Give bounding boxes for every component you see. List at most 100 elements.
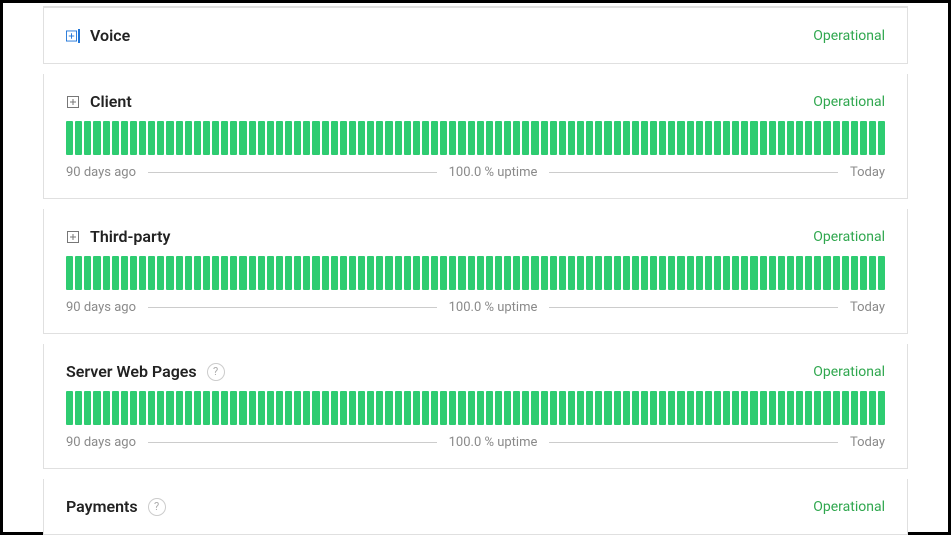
uptime-day-bar[interactable]	[577, 391, 584, 425]
uptime-day-bar[interactable]	[814, 121, 821, 155]
uptime-day-bar[interactable]	[769, 121, 776, 155]
uptime-day-bar[interactable]	[787, 391, 794, 425]
uptime-day-bar[interactable]	[659, 391, 666, 425]
uptime-day-bar[interactable]	[294, 121, 301, 155]
uptime-day-bar[interactable]	[112, 121, 119, 155]
uptime-day-bar[interactable]	[413, 391, 420, 425]
uptime-day-bar[interactable]	[203, 121, 210, 155]
uptime-day-bar[interactable]	[577, 256, 584, 290]
uptime-day-bar[interactable]	[732, 256, 739, 290]
uptime-day-bar[interactable]	[504, 256, 511, 290]
uptime-day-bar[interactable]	[376, 256, 383, 290]
uptime-day-bar[interactable]	[413, 256, 420, 290]
uptime-day-bar[interactable]	[84, 256, 91, 290]
uptime-day-bar[interactable]	[185, 391, 192, 425]
uptime-day-bar[interactable]	[103, 256, 110, 290]
uptime-day-bar[interactable]	[687, 121, 694, 155]
uptime-day-bar[interactable]	[814, 256, 821, 290]
uptime-day-bar[interactable]	[340, 121, 347, 155]
uptime-day-bar[interactable]	[431, 391, 438, 425]
uptime-day-bar[interactable]	[212, 256, 219, 290]
uptime-day-bar[interactable]	[230, 391, 237, 425]
uptime-day-bar[interactable]	[531, 256, 538, 290]
uptime-day-bar[interactable]	[239, 256, 246, 290]
uptime-day-bar[interactable]	[458, 391, 465, 425]
uptime-day-bar[interactable]	[276, 391, 283, 425]
uptime-day-bar[interactable]	[833, 256, 840, 290]
uptime-day-bar[interactable]	[568, 256, 575, 290]
uptime-day-bar[interactable]	[322, 391, 329, 425]
expand-icon[interactable]	[66, 95, 80, 109]
uptime-day-bar[interactable]	[760, 391, 767, 425]
uptime-day-bar[interactable]	[440, 121, 447, 155]
uptime-day-bar[interactable]	[513, 121, 520, 155]
uptime-day-bar[interactable]	[659, 256, 666, 290]
uptime-day-bar[interactable]	[358, 256, 365, 290]
uptime-day-bar[interactable]	[303, 256, 310, 290]
uptime-day-bar[interactable]	[495, 391, 502, 425]
uptime-day-bar[interactable]	[723, 256, 730, 290]
uptime-day-bar[interactable]	[623, 391, 630, 425]
uptime-day-bar[interactable]	[769, 256, 776, 290]
uptime-day-bar[interactable]	[541, 391, 548, 425]
uptime-day-bar[interactable]	[431, 121, 438, 155]
uptime-day-bar[interactable]	[340, 256, 347, 290]
uptime-day-bar[interactable]	[586, 121, 593, 155]
uptime-day-bar[interactable]	[468, 121, 475, 155]
uptime-day-bar[interactable]	[468, 256, 475, 290]
uptime-day-bar[interactable]	[176, 256, 183, 290]
uptime-day-bar[interactable]	[632, 391, 639, 425]
uptime-day-bar[interactable]	[84, 121, 91, 155]
uptime-day-bar[interactable]	[486, 121, 493, 155]
uptime-day-bar[interactable]	[869, 256, 876, 290]
uptime-day-bar[interactable]	[84, 391, 91, 425]
uptime-day-bar[interactable]	[823, 391, 830, 425]
uptime-day-bar[interactable]	[358, 121, 365, 155]
uptime-day-bar[interactable]	[185, 256, 192, 290]
uptime-day-bar[interactable]	[66, 121, 73, 155]
uptime-day-bar[interactable]	[203, 391, 210, 425]
uptime-day-bar[interactable]	[176, 121, 183, 155]
uptime-day-bar[interactable]	[586, 391, 593, 425]
uptime-day-bar[interactable]	[723, 121, 730, 155]
uptime-day-bar[interactable]	[258, 391, 265, 425]
uptime-day-bar[interactable]	[750, 391, 757, 425]
uptime-day-bar[interactable]	[614, 391, 621, 425]
uptime-day-bar[interactable]	[166, 391, 173, 425]
uptime-day-bar[interactable]	[650, 256, 657, 290]
expand-icon[interactable]	[66, 29, 80, 43]
uptime-day-bar[interactable]	[623, 256, 630, 290]
uptime-day-bar[interactable]	[194, 391, 201, 425]
uptime-day-bar[interactable]	[586, 256, 593, 290]
uptime-day-bar[interactable]	[641, 256, 648, 290]
uptime-day-bar[interactable]	[93, 121, 100, 155]
uptime-day-bar[interactable]	[376, 391, 383, 425]
uptime-day-bar[interactable]	[413, 121, 420, 155]
uptime-day-bar[interactable]	[221, 391, 228, 425]
uptime-day-bar[interactable]	[860, 121, 867, 155]
uptime-day-bar[interactable]	[449, 391, 456, 425]
uptime-day-bar[interactable]	[385, 256, 392, 290]
uptime-day-bar[interactable]	[468, 391, 475, 425]
uptime-day-bar[interactable]	[349, 391, 356, 425]
uptime-day-bar[interactable]	[303, 121, 310, 155]
uptime-day-bar[interactable]	[458, 256, 465, 290]
uptime-day-bar[interactable]	[878, 256, 885, 290]
uptime-day-bar[interactable]	[604, 256, 611, 290]
uptime-day-bar[interactable]	[760, 121, 767, 155]
uptime-day-bar[interactable]	[477, 391, 484, 425]
uptime-day-bar[interactable]	[741, 121, 748, 155]
uptime-day-bar[interactable]	[385, 121, 392, 155]
uptime-day-bar[interactable]	[814, 391, 821, 425]
uptime-day-bar[interactable]	[595, 121, 602, 155]
uptime-day-bar[interactable]	[331, 391, 338, 425]
uptime-day-bar[interactable]	[103, 121, 110, 155]
uptime-day-bar[interactable]	[513, 391, 520, 425]
uptime-day-bar[interactable]	[194, 121, 201, 155]
uptime-day-bar[interactable]	[805, 391, 812, 425]
uptime-day-bar[interactable]	[322, 121, 329, 155]
uptime-day-bar[interactable]	[294, 256, 301, 290]
uptime-day-bar[interactable]	[75, 391, 82, 425]
uptime-day-bar[interactable]	[677, 256, 684, 290]
uptime-day-bar[interactable]	[677, 391, 684, 425]
